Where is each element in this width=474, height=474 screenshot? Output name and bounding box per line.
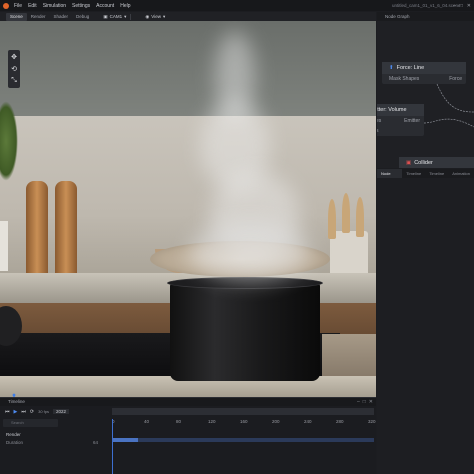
scene-wall bbox=[0, 21, 376, 116]
scene-plant bbox=[0, 101, 18, 181]
viewport-tools: ✥ ⟲ ⤡ bbox=[8, 50, 20, 88]
scale-icon[interactable]: ⤡ bbox=[8, 75, 20, 87]
window-controls: – □ ✕ bbox=[453, 3, 471, 9]
app-window: File Edit Simulation Settings Account He… bbox=[0, 0, 474, 474]
menu-file[interactable]: File bbox=[14, 3, 22, 9]
app-logo-icon bbox=[3, 2, 9, 9]
timeline-panel: Timeline – □ ✕ ⏮ ▶ ⏭ ⟳ 30 fps 2022 Searc… bbox=[0, 397, 376, 474]
scene-spoon bbox=[328, 199, 336, 239]
timeline-title: Timeline bbox=[0, 398, 376, 406]
ruler-mark: 320 bbox=[368, 419, 376, 424]
timeline-playhead[interactable] bbox=[112, 419, 113, 474]
scene-pepper-grinder bbox=[26, 181, 48, 281]
ruler-mark: 240 bbox=[304, 419, 312, 424]
viewport[interactable]: ✥ ⟲ ⤡ bbox=[0, 21, 376, 397]
scene-spoon bbox=[342, 193, 350, 233]
node-details-panel bbox=[377, 178, 474, 474]
track-name: Duration bbox=[6, 440, 24, 445]
menu-simulation[interactable]: Simulation bbox=[43, 3, 66, 9]
timeline-marks: 0 40 80 120 160 200 240 280 320 bbox=[112, 419, 376, 427]
scene-cup bbox=[0, 221, 8, 271]
close-icon[interactable]: ✕ bbox=[369, 399, 373, 405]
node-wires bbox=[423, 83, 474, 128]
fps-label[interactable]: 30 fps bbox=[38, 409, 49, 414]
scene-spoon bbox=[356, 197, 364, 237]
view-label: View bbox=[151, 14, 161, 19]
menu-settings[interactable]: Settings bbox=[72, 3, 90, 9]
inspector-tabs: Node Details Timeline Timeline Animation bbox=[377, 169, 474, 185]
tab-timeline[interactable]: Timeline bbox=[402, 169, 425, 178]
chevron-down-icon: ▾ bbox=[162, 13, 166, 19]
track-name: Render bbox=[6, 432, 21, 437]
skip-forward-icon[interactable]: ⏭ bbox=[21, 409, 26, 415]
current-frame-field[interactable]: 2022 bbox=[53, 409, 70, 414]
view-menu[interactable]: ◉ View ▾ bbox=[145, 14, 165, 20]
camera-label: CAM1 bbox=[109, 14, 123, 19]
timeline-track-list: Render Duration 64 bbox=[0, 431, 110, 447]
play-icon[interactable]: ▶ bbox=[14, 409, 18, 415]
timeline-window-controls: – □ ✕ bbox=[357, 399, 373, 405]
minimize-icon[interactable]: – bbox=[453, 3, 456, 9]
rotate-icon[interactable]: ⟲ bbox=[8, 63, 20, 75]
menu-account[interactable]: Account bbox=[96, 3, 114, 9]
menu-help[interactable]: Help bbox=[120, 3, 130, 9]
camera-icon: ▣ bbox=[103, 13, 108, 19]
maximize-icon[interactable]: □ bbox=[363, 399, 366, 405]
ruler-mark: 280 bbox=[336, 419, 344, 424]
chevron-down-icon: ▾ bbox=[124, 13, 127, 19]
minimize-icon[interactable]: – bbox=[357, 399, 360, 405]
node-graph-panel: Node Graph ⬆ Force: Line Mask Shapes For… bbox=[377, 12, 474, 168]
track-value: 64 bbox=[92, 440, 98, 445]
tab-shader[interactable]: Shader bbox=[50, 13, 73, 21]
ruler-mark: 160 bbox=[240, 419, 248, 424]
viewport-toolbar: Scene Render Shader Debug ▣ CAM1 ▾ ◉ Vie… bbox=[0, 12, 376, 21]
ruler-mark: 40 bbox=[144, 419, 150, 424]
steam-plume bbox=[190, 221, 310, 281]
toolbar-divider bbox=[130, 13, 132, 20]
menu-bar: File Edit Simulation Settings Account He… bbox=[0, 0, 474, 11]
tab-animation[interactable]: Animation bbox=[448, 169, 474, 178]
ruler-mark: 120 bbox=[208, 419, 216, 424]
ruler-mark: 80 bbox=[176, 419, 182, 424]
menu-edit[interactable]: Edit bbox=[28, 3, 37, 9]
scene-pot bbox=[170, 283, 320, 381]
skip-back-icon[interactable]: ⏮ bbox=[5, 409, 10, 415]
move-icon[interactable]: ✥ bbox=[8, 51, 20, 63]
eye-icon: ◉ bbox=[145, 13, 150, 19]
timeline-clip-bar[interactable] bbox=[112, 438, 374, 442]
document-title: untitled_cam1_01_v1_6_04.scene bbox=[392, 3, 461, 8]
scene-salt-grinder bbox=[55, 181, 77, 281]
timeline-ruler[interactable] bbox=[112, 408, 374, 415]
track-row[interactable]: Render bbox=[0, 431, 110, 439]
track-row[interactable]: Duration 64 bbox=[0, 439, 110, 447]
timeline-search-input[interactable]: Search bbox=[3, 419, 58, 427]
maximize-icon[interactable]: □ bbox=[460, 3, 463, 9]
ruler-mark: 200 bbox=[272, 419, 280, 424]
loop-icon[interactable]: ⟳ bbox=[30, 409, 34, 415]
tab-render[interactable]: Render bbox=[27, 13, 50, 21]
timeline-clip-fill bbox=[112, 438, 139, 442]
close-icon[interactable]: ✕ bbox=[467, 3, 471, 9]
camera-select[interactable]: ▣ CAM1 ▾ bbox=[103, 14, 126, 20]
scene-cutting-board bbox=[322, 334, 376, 379]
tab-node-details[interactable]: Node Details bbox=[377, 169, 403, 185]
playback-controls: ⏮ ▶ ⏭ ⟳ 30 fps 2022 bbox=[0, 407, 110, 416]
tab-debug[interactable]: Debug bbox=[72, 13, 93, 21]
tab-scene[interactable]: Scene bbox=[6, 12, 27, 21]
tab-timeline-2[interactable]: Timeline bbox=[425, 169, 448, 178]
